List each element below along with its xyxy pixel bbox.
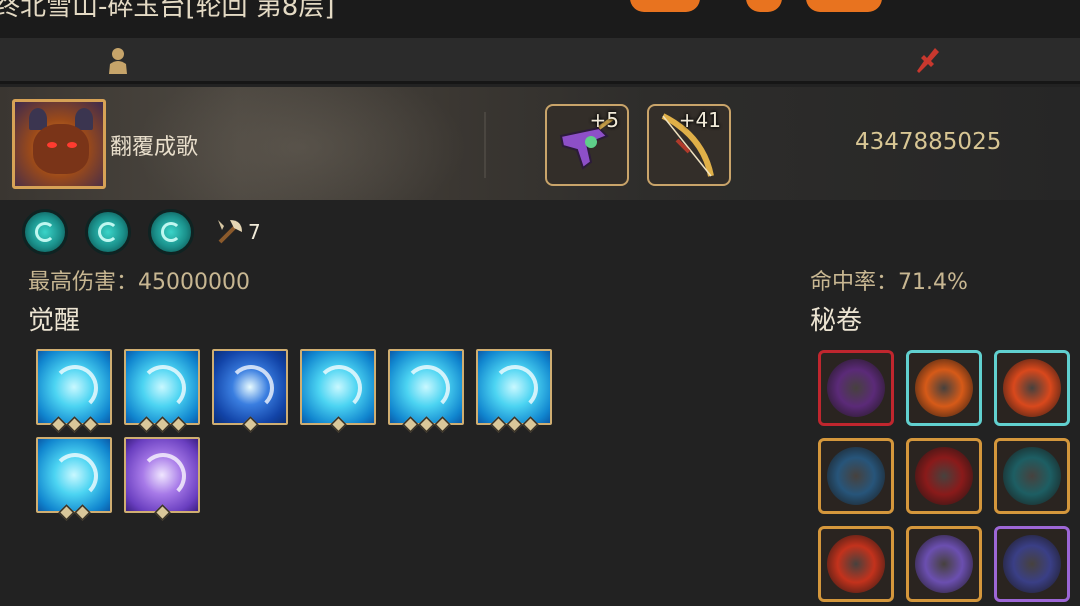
combat-power: 4347885025 — [855, 129, 1002, 155]
purple-fist-icon[interactable] — [124, 437, 200, 521]
star-rating — [126, 504, 198, 521]
star-pip — [417, 416, 435, 433]
red-claw-icon[interactable] — [818, 526, 894, 602]
wind-slash-skill-icon[interactable] — [85, 209, 131, 255]
star-pip — [153, 504, 171, 521]
red-eye-icon[interactable] — [906, 438, 982, 514]
max-damage: 最高伤害：45000000 — [28, 270, 250, 295]
player-name: 翻覆成歌 — [110, 135, 199, 160]
title-decoration-1 — [630, 0, 700, 12]
sword-icon[interactable] — [913, 46, 939, 76]
target-skill-icon[interactable] — [22, 209, 68, 255]
green-cycle-icon[interactable] — [906, 350, 982, 426]
whirlwind-skill-icon[interactable] — [148, 209, 194, 255]
star-pip — [329, 416, 347, 433]
star-pip — [489, 416, 507, 433]
star-pip — [65, 416, 83, 433]
stage-title: 终北雪山-碎玉台[轮回 第8层] — [0, 0, 335, 22]
avatar-horn-right — [75, 108, 93, 130]
avatar-eye-left — [47, 142, 57, 148]
tome-art — [1003, 359, 1061, 417]
star-rating — [126, 416, 198, 433]
star-rating — [38, 416, 110, 433]
crosshair-icon[interactable] — [124, 349, 200, 433]
wave-swirl-icon[interactable] — [300, 349, 376, 433]
crossed-blades-icon[interactable] — [994, 350, 1070, 426]
spirit-cat-icon[interactable] — [818, 438, 894, 514]
star-pip — [433, 416, 451, 433]
spell-book-icon[interactable] — [906, 526, 982, 602]
star-pip — [57, 504, 75, 521]
title-decoration-3 — [806, 0, 882, 12]
tabs-bar — [0, 38, 1080, 84]
shield-icon[interactable] — [994, 526, 1070, 602]
star-pip — [505, 416, 523, 433]
title-bar: 终北雪山-碎玉台[轮回 第8层] — [0, 0, 1080, 38]
tomes-title: 秘卷 — [810, 306, 863, 336]
tome-art — [915, 359, 973, 417]
equipment-slot-bow[interactable]: +41 — [647, 104, 731, 186]
avatar-face — [33, 124, 89, 174]
tome-art — [915, 447, 973, 505]
axe-icon — [218, 220, 242, 244]
star-pip — [81, 416, 99, 433]
star-pip — [153, 416, 171, 433]
equipment-slot-crossbow[interactable]: +5 — [545, 104, 629, 186]
star-pip — [73, 504, 91, 521]
equipment-level: +41 — [678, 108, 721, 132]
tome-art — [1003, 535, 1061, 593]
star-pip — [49, 416, 67, 433]
star-rating — [38, 504, 110, 521]
tome-art — [827, 359, 885, 417]
star-pip — [241, 416, 259, 433]
star-rating — [390, 416, 462, 433]
avatar-eye-right — [67, 142, 77, 148]
tome-art — [1003, 447, 1061, 505]
player-avatar[interactable] — [12, 99, 106, 189]
tome-art — [915, 535, 973, 593]
tome-art — [827, 447, 885, 505]
awakening-title: 觉醒 — [28, 306, 81, 336]
equipment-level: +5 — [589, 108, 619, 132]
star-pip — [137, 416, 155, 433]
star-pip — [401, 416, 419, 433]
star-rating — [478, 416, 550, 433]
shatter-burst-icon[interactable] — [212, 349, 288, 433]
teal-swirl-icon[interactable] — [994, 438, 1070, 514]
star-rating — [214, 416, 286, 433]
shadow-figure-icon[interactable] — [36, 437, 112, 521]
axe-count: 7 — [248, 220, 261, 244]
star-pip — [521, 416, 539, 433]
player-row[interactable]: 翻覆成歌 +5 +41 4347885025 — [0, 87, 1080, 200]
purple-card-icon[interactable] — [818, 350, 894, 426]
star-rating — [302, 416, 374, 433]
title-decoration-2 — [746, 0, 782, 12]
vortex-icon[interactable] — [476, 349, 552, 433]
player-icon[interactable] — [105, 46, 131, 76]
lightning-surge-icon[interactable] — [36, 349, 112, 433]
tome-art — [827, 535, 885, 593]
star-pip — [169, 416, 187, 433]
divider — [484, 112, 486, 178]
spirit-beast-icon[interactable] — [388, 349, 464, 433]
hit-rate: 命中率：71.4% — [810, 270, 968, 295]
